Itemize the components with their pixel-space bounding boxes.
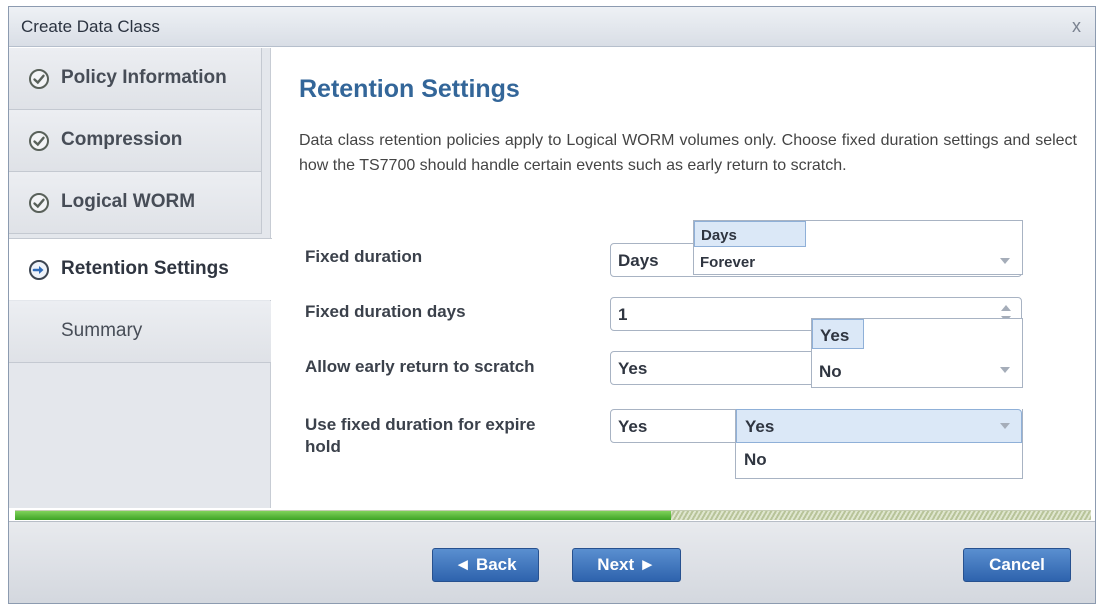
spin-up-icon[interactable] <box>1001 305 1011 311</box>
wizard-progress-bar <box>15 510 1091 520</box>
sidebar-item-summary[interactable]: Summary <box>9 301 271 363</box>
option-forever[interactable]: Forever <box>694 252 1022 274</box>
back-button[interactable]: ◄ Back <box>432 548 539 582</box>
retention-settings-panel: Retention Settings Data class retention … <box>272 48 1095 508</box>
page-title: Retention Settings <box>299 75 520 103</box>
fixed-duration-days-label: Fixed duration days <box>305 302 466 321</box>
wizard-sidebar: Policy Information Compression Logical W… <box>9 48 272 508</box>
expire-hold-value: Yes <box>618 417 648 436</box>
cancel-button[interactable]: Cancel <box>963 548 1071 582</box>
progress-fill <box>15 511 672 520</box>
page-description: Data class retention policies apply to L… <box>299 132 1077 174</box>
option-no[interactable]: No <box>812 359 1022 385</box>
expire-hold-options: Yes No <box>735 409 1023 479</box>
sidebar-item-label: Logical WORM <box>61 191 196 212</box>
option-no[interactable]: No <box>736 449 784 475</box>
sidebar-item-policy-information[interactable]: Policy Information <box>9 48 262 110</box>
check-circle-icon <box>29 131 49 151</box>
early-return-label: Allow early return to scratch <box>305 357 535 376</box>
create-data-class-dialog: Create Data Class x Policy Information C… <box>8 6 1096 604</box>
sidebar-item-compression[interactable]: Compression <box>9 110 262 172</box>
sidebar-item-retention-settings[interactable]: Retention Settings <box>9 238 272 300</box>
check-circle-icon <box>29 69 49 89</box>
fixed-duration-days-value: 1 <box>618 305 628 324</box>
expire-hold-label: Use fixed duration for expire hold <box>305 415 536 456</box>
dialog-titlebar: Create Data Class x <box>9 7 1095 47</box>
chevron-down-icon <box>1000 423 1010 429</box>
sidebar-item-logical-worm[interactable]: Logical WORM <box>9 172 262 234</box>
option-days[interactable]: Days <box>694 221 806 247</box>
chevron-down-icon <box>1000 367 1010 373</box>
arrow-circle-icon <box>29 260 49 280</box>
sidebar-item-label: Compression <box>61 129 183 150</box>
dialog-title: Create Data Class <box>21 17 160 36</box>
early-return-options: Yes No <box>811 318 1023 388</box>
sidebar-item-label: Summary <box>61 320 143 341</box>
next-button[interactable]: Next ► <box>572 548 681 582</box>
early-return-value: Yes <box>618 359 648 378</box>
fixed-duration-label: Fixed duration <box>305 247 423 266</box>
dialog-footer: ◄ Back Next ► Cancel <box>9 521 1095 603</box>
sidebar-item-label: Retention Settings <box>61 258 229 279</box>
fixed-duration-options: Days Forever <box>693 220 1023 275</box>
option-yes[interactable]: Yes <box>812 319 864 349</box>
fixed-duration-value: Days <box>618 251 659 270</box>
close-icon[interactable]: x <box>1072 16 1081 37</box>
sidebar-item-label: Policy Information <box>61 67 227 88</box>
check-circle-icon <box>29 193 49 213</box>
option-yes[interactable]: Yes <box>736 409 1022 443</box>
chevron-down-icon <box>1000 258 1010 264</box>
